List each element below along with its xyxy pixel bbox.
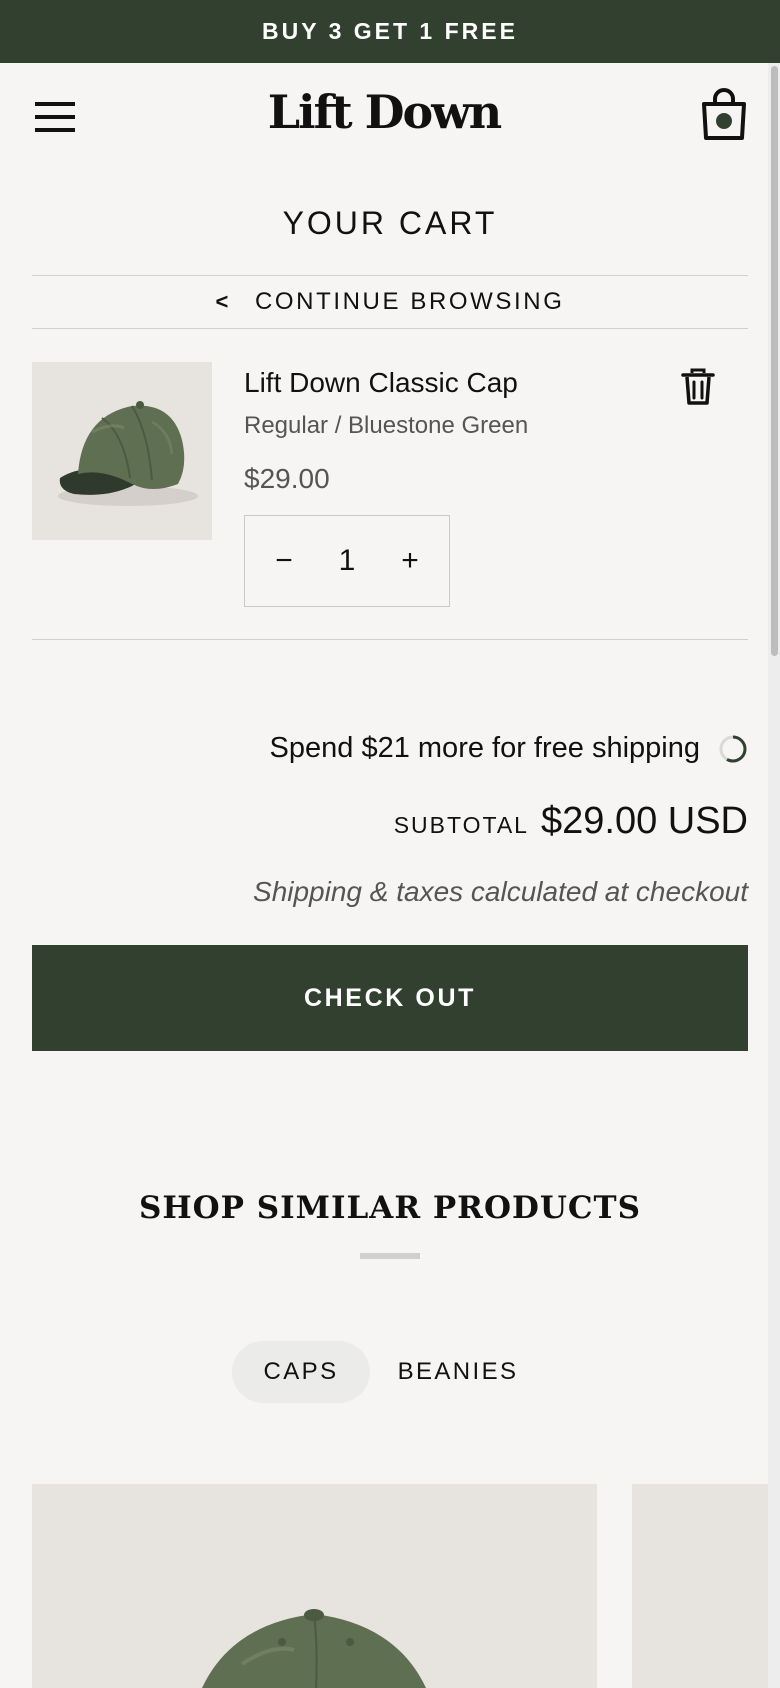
subtotal-value: $29.00 USD xyxy=(540,800,748,842)
cart-title: YOUR CART xyxy=(282,205,498,241)
title-divider xyxy=(360,1253,420,1259)
announcement-bar: BUY 3 GET 1 FREE xyxy=(0,0,780,63)
cart-item-name[interactable]: Lift Down Classic Cap xyxy=(244,367,518,399)
quantity-stepper: − 1 + xyxy=(244,515,450,607)
tab-beanies[interactable]: BEANIES xyxy=(388,1341,528,1403)
announcement-text: BUY 3 GET 1 FREE xyxy=(262,18,518,44)
similar-products-title: SHOP SIMILAR PRODUCTS xyxy=(138,1190,641,1226)
checkout-button[interactable]: CHECK OUT xyxy=(32,945,748,1051)
shopping-bag-icon[interactable] xyxy=(700,88,748,142)
scrollbar-thumb[interactable] xyxy=(771,66,778,656)
quantity-increase-button[interactable]: + xyxy=(393,544,427,578)
cart-line-item: Lift Down Classic Cap Regular / Blueston… xyxy=(32,362,748,640)
product-card[interactable] xyxy=(32,1484,597,1688)
continue-browsing-label: CONTINUE BROWSING xyxy=(254,288,565,315)
quantity-value[interactable]: 1 xyxy=(339,544,356,578)
continue-browsing-link[interactable]: < CONTINUE BROWSING xyxy=(32,275,748,329)
cart-item-variant: Regular / Bluestone Green xyxy=(244,412,529,439)
product-card[interactable] xyxy=(632,1484,768,1688)
trash-icon[interactable] xyxy=(680,368,716,406)
shipping-progress-ring-icon xyxy=(719,735,747,762)
cart-item-image[interactable] xyxy=(32,362,212,540)
tab-caps[interactable]: CAPS xyxy=(232,1341,370,1403)
site-header: Lift Down xyxy=(0,63,768,173)
cart-item-price: $29.00 xyxy=(244,463,330,494)
free-shipping-text: Spend $21 more for free shipping xyxy=(269,732,700,764)
free-shipping-message: Spend $21 more for free shipping xyxy=(270,732,748,765)
subtotal-row: SUBTOTAL $29.00 USD xyxy=(394,800,748,843)
subtotal-label: SUBTOTAL xyxy=(393,812,529,838)
site-logo[interactable]: Lift Down xyxy=(0,85,768,139)
tax-note: Shipping & taxes calculated at checkout xyxy=(253,876,748,907)
chevron-left-icon: < xyxy=(215,289,231,314)
product-image xyxy=(202,1609,426,1688)
quantity-decrease-button[interactable]: − xyxy=(267,544,301,578)
